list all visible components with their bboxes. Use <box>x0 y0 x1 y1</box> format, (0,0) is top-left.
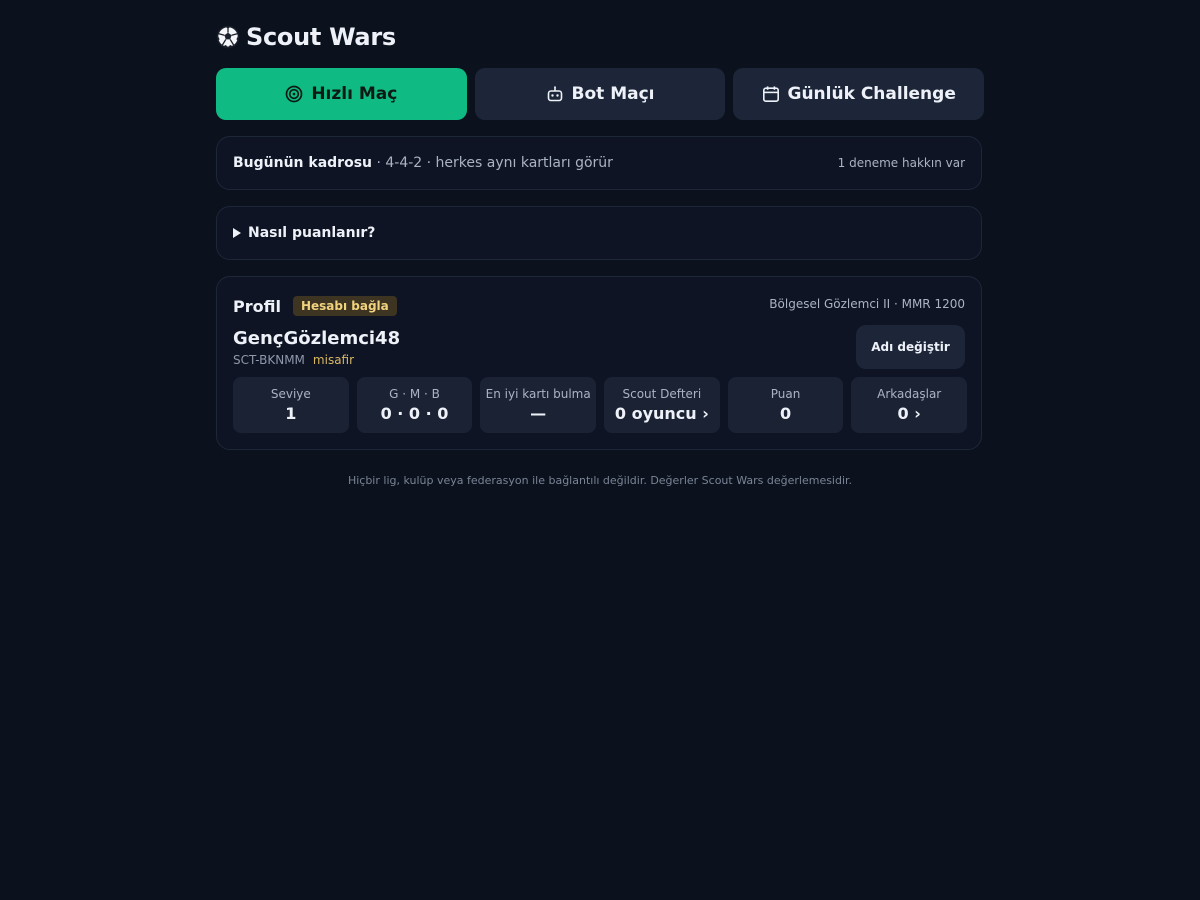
target-icon <box>285 85 303 103</box>
bot-match-button[interactable]: Bot Maçı <box>474 68 726 120</box>
stat-label: Seviye <box>270 387 311 401</box>
squad-title: Bugünün kadrosu <box>233 155 373 171</box>
daily-challenge-label: Günlük Challenge <box>787 84 956 104</box>
stat-points: Puan 0 <box>727 377 844 433</box>
disclosure-triangle-icon <box>233 228 241 238</box>
todays-squad-card: Bugünün kadrosu · 4-4-2 · herkes aynı ka… <box>216 136 982 190</box>
robot-icon <box>546 85 564 103</box>
profile-title: Profil <box>233 296 281 316</box>
daily-challenge-button[interactable]: Günlük Challenge <box>733 68 985 120</box>
username: GençGözlemci48 <box>233 328 401 349</box>
app-title-text: Scout Wars <box>246 23 396 51</box>
stat-value: 0 oyuncu › <box>614 404 709 423</box>
attempts-remaining: 1 deneme hakkın var <box>837 156 965 170</box>
stat-label: Puan <box>770 387 801 401</box>
stat-level: Seviye 1 <box>233 377 349 433</box>
mode-selector: Hızlı Maç Bot Maçı Günlük Challenge <box>216 68 985 120</box>
stats-row: Seviye 1 G · M · B 0 · 0 · 0 En iyi kart… <box>233 377 968 433</box>
bot-match-label: Bot Maçı <box>571 84 655 104</box>
guest-status: misafir <box>312 353 355 367</box>
stat-label: Arkadaşlar <box>877 387 942 401</box>
stat-value: 0 · 0 · 0 <box>380 404 449 423</box>
stat-value: 0 › <box>897 404 921 423</box>
stat-best-card-find: En iyi kartı bulma — <box>480 377 597 433</box>
link-account-button[interactable]: Hesabı bağla <box>292 296 397 316</box>
user-id: SCT-BKNMM <box>233 353 305 367</box>
footer-disclaimer: Hiçbir lig, kulüp veya federasyon ile ba… <box>347 474 853 487</box>
stat-friends[interactable]: Arkadaşlar 0 › <box>851 377 968 433</box>
profile-header: Profil Hesabı bağla <box>233 296 397 316</box>
quick-match-label: Hızlı Maç <box>311 84 398 104</box>
scoring-info-toggle[interactable]: Nasıl puanlanır? <box>216 206 982 260</box>
stat-value: 0 <box>779 404 792 423</box>
rank-text: Bölgesel Gözlemci II · MMR 1200 <box>769 297 965 311</box>
stat-win-draw-loss: G · M · B 0 · 0 · 0 <box>356 377 473 433</box>
soccer-ball-icon <box>216 25 240 49</box>
stat-label: En iyi kartı bulma <box>485 387 591 401</box>
squad-details: · 4-4-2 · herkes aynı kartları görür <box>372 155 613 171</box>
scoring-info-label: Nasıl puanlanır? <box>248 225 376 241</box>
stat-value: — <box>530 404 547 423</box>
calendar-icon <box>762 85 780 103</box>
user-id-line: SCT-BKNMM misafir <box>233 353 354 367</box>
profile-card: Profil Hesabı bağla Bölgesel Gözlemci II… <box>216 276 982 450</box>
stat-label: G · M · B <box>389 387 440 401</box>
quick-match-button[interactable]: Hızlı Maç <box>216 68 467 120</box>
rename-button[interactable]: Adı değiştir <box>856 325 965 369</box>
stat-label: Scout Defteri <box>622 387 702 401</box>
app-title: Scout Wars <box>216 20 396 54</box>
stat-value: 1 <box>285 404 297 423</box>
squad-info: Bugünün kadrosu · 4-4-2 · herkes aynı ka… <box>233 155 613 171</box>
stat-scout-notebook[interactable]: Scout Defteri 0 oyuncu › <box>604 377 720 433</box>
